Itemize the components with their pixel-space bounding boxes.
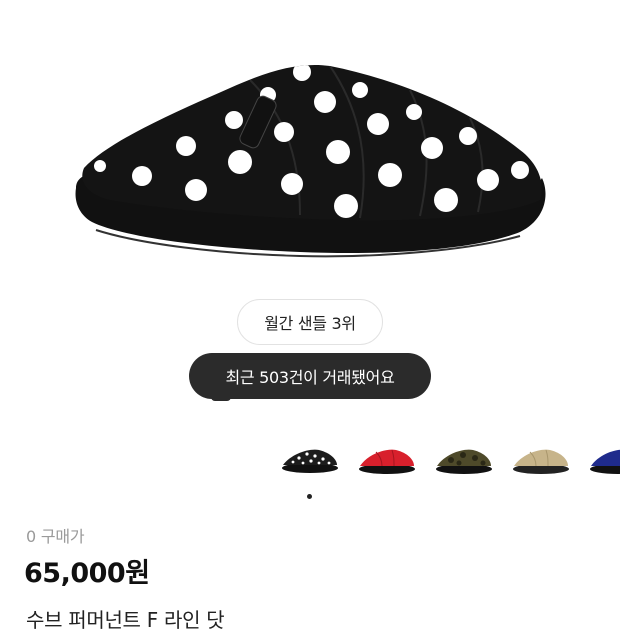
price-label: 0 구매가	[26, 527, 85, 546]
carousel-page-indicator	[307, 494, 312, 499]
olive-camo-slipper-thumbnail[interactable]	[433, 438, 495, 486]
tooltip-pointer	[211, 397, 231, 401]
black-polka-dot-slipper-thumbnail[interactable]	[279, 438, 341, 486]
trade-count-label: 최근 503건이 거래됐어요	[225, 368, 395, 387]
color-variant-strip	[0, 438, 620, 486]
product-name: 수브 퍼머넌트 F 라인 닷	[26, 608, 225, 632]
beige-slipper-thumbnail[interactable]	[510, 438, 572, 486]
product-image	[75, 64, 546, 258]
navy-slipper-thumbnail[interactable]	[587, 438, 620, 486]
ranking-badge-label: 월간 샌들 3위	[264, 314, 356, 333]
recent-trade-banner: 최근 503건이 거래됐어요	[189, 353, 431, 399]
red-slipper-thumbnail[interactable]	[356, 438, 418, 486]
price-value: 65,000원	[24, 558, 150, 589]
monthly-ranking-badge[interactable]: 월간 샌들 3위	[237, 299, 383, 345]
